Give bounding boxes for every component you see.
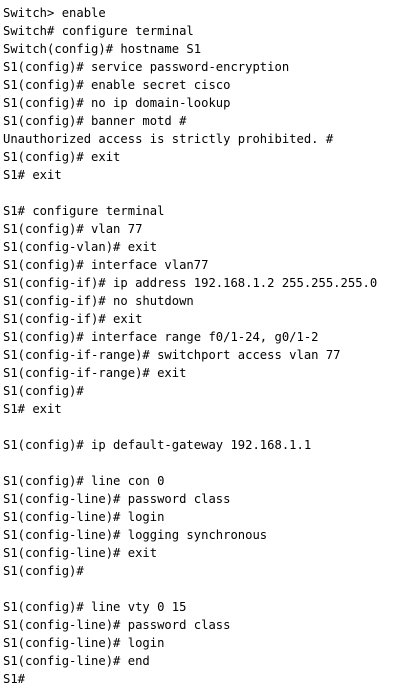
terminal-line: S1# configure terminal (3, 204, 165, 218)
terminal-line: S1# exit (3, 168, 62, 182)
terminal-prompt: S1# (3, 672, 26, 686)
terminal-line: S1(config)# (3, 564, 84, 578)
terminal-line: S1(config-line)# logging synchronous (3, 528, 268, 542)
terminal-line: Unauthorized access is strictly prohibit… (3, 132, 334, 146)
terminal-line: S1(config)# line vty 0 15 (3, 600, 187, 614)
terminal-output: Switch> enable Switch# configure termina… (0, 0, 419, 690)
terminal-line: S1(config)# line con 0 (3, 474, 165, 488)
terminal-line: S1(config)# enable secret cisco (3, 78, 231, 92)
terminal-line: S1(config-if)# exit (3, 312, 143, 326)
terminal-line: S1(config-if)# ip address 192.168.1.2 25… (3, 276, 378, 290)
terminal-line: S1(config)# interface range f0/1-24, g0/… (3, 330, 319, 344)
terminal-line: S1(config-if-range)# exit (3, 366, 187, 380)
terminal-line: Switch> enable (3, 6, 106, 20)
terminal-line: S1(config-vlan)# exit (3, 240, 158, 254)
terminal-line: S1(config-line)# login (3, 636, 165, 650)
terminal-line: S1(config)# (3, 384, 84, 398)
terminal-line: S1(config)# interface vlan77 (3, 258, 209, 272)
terminal-line: S1(config-line)# end (3, 654, 150, 668)
terminal-line: S1(config)# ip default-gateway 192.168.1… (3, 438, 312, 452)
terminal-line: Switch# configure terminal (3, 24, 194, 38)
terminal-line: S1(config)# no ip domain-lookup (3, 96, 231, 110)
terminal-line: S1(config)# vlan 77 (3, 222, 143, 236)
terminal-line: S1(config-line)# password class (3, 618, 231, 632)
terminal-line: Switch(config)# hostname S1 (3, 42, 202, 56)
terminal-line: S1(config)# exit (3, 150, 121, 164)
terminal-line: S1(config-if)# no shutdown (3, 294, 194, 308)
terminal-line: S1# exit (3, 402, 62, 416)
terminal-line: S1(config-if-range)# switchport access v… (3, 348, 341, 362)
terminal-line: S1(config-line)# password class (3, 492, 231, 506)
terminal-line: S1(config-line)# exit (3, 546, 158, 560)
terminal-line: S1(config)# service password-encryption (3, 60, 290, 74)
terminal-line: S1(config-line)# login (3, 510, 165, 524)
terminal-line: S1(config)# banner motd # (3, 114, 187, 128)
